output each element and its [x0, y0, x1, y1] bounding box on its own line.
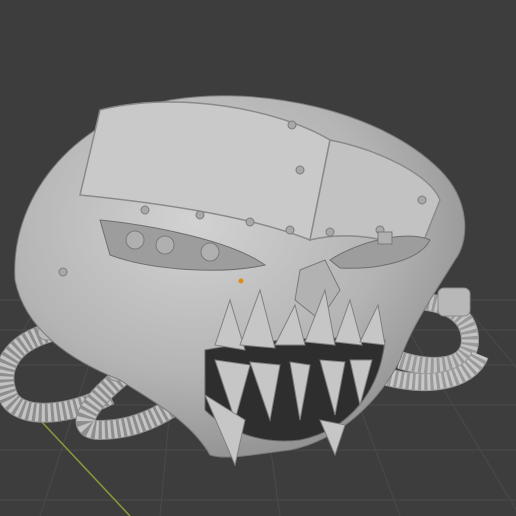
- 3d-viewport[interactable]: [0, 0, 516, 516]
- object-origin-marker[interactable]: [238, 278, 244, 284]
- viewport-canvas: [0, 95, 516, 516]
